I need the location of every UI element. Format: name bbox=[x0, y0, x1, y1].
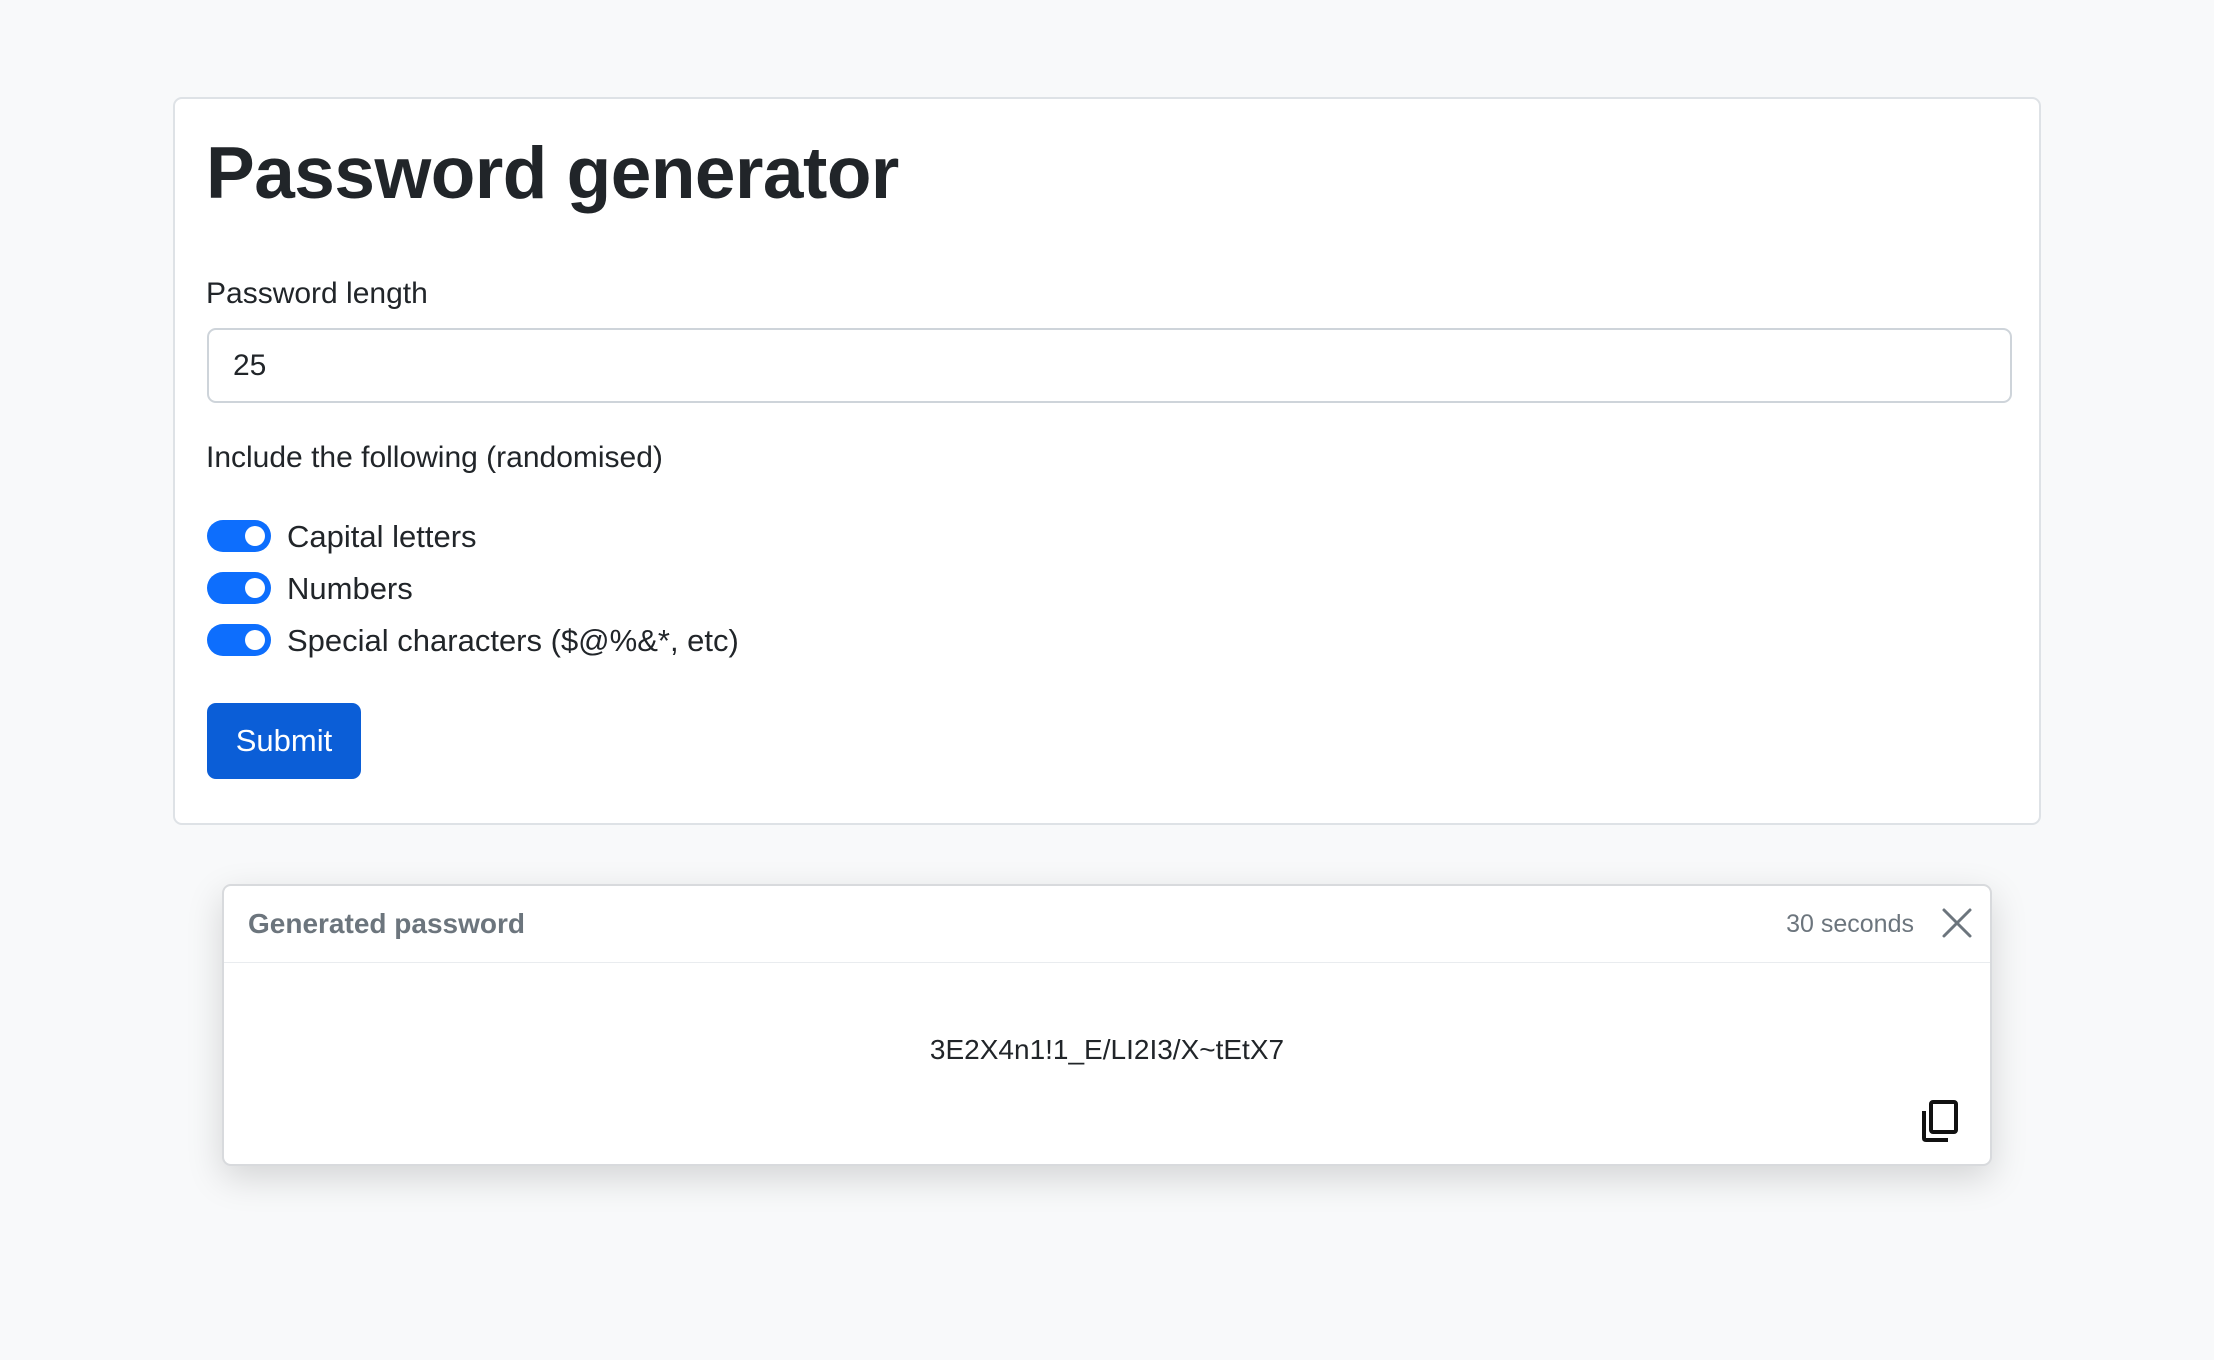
numbers-toggle[interactable] bbox=[207, 572, 271, 604]
capital-letters-option[interactable]: Capital letters bbox=[207, 518, 477, 554]
close-icon[interactable] bbox=[1940, 906, 1974, 940]
capital-letters-toggle[interactable] bbox=[207, 520, 271, 552]
special-characters-label: Special characters ($@%&*, etc) bbox=[287, 622, 739, 658]
toast-title: Generated password bbox=[248, 908, 525, 939]
page-title: Password generator bbox=[206, 133, 899, 214]
include-options-label: Include the following (randomised) bbox=[206, 441, 663, 474]
generated-password-text: 3E2X4n1!1_E/LI2I3/X~tEtX7 bbox=[929, 1034, 1285, 1065]
password-length-label: Password length bbox=[206, 277, 428, 310]
password-generator-card: Password generator Password length Inclu… bbox=[173, 97, 2041, 825]
capital-letters-label: Capital letters bbox=[287, 518, 477, 554]
copy-icon[interactable] bbox=[1920, 1099, 1960, 1143]
password-length-input[interactable] bbox=[207, 328, 2012, 403]
generated-password-toast: Generated password 30 seconds 3E2X4n1!1_… bbox=[222, 884, 1992, 1166]
toast-header: Generated password 30 seconds bbox=[224, 886, 1990, 963]
numbers-option[interactable]: Numbers bbox=[207, 570, 413, 606]
toast-timestamp: 30 seconds bbox=[1786, 910, 1914, 938]
submit-button[interactable]: Submit bbox=[207, 703, 361, 779]
special-characters-toggle[interactable] bbox=[207, 624, 271, 656]
special-characters-option[interactable]: Special characters ($@%&*, etc) bbox=[207, 622, 739, 658]
numbers-label: Numbers bbox=[287, 570, 413, 606]
